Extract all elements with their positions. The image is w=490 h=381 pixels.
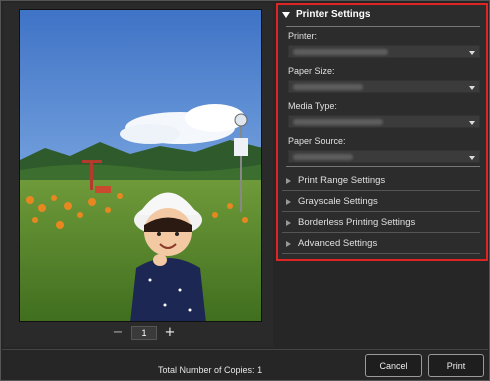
dropdown-arrow-icon: [469, 86, 475, 90]
expand-triangle-icon: [282, 11, 290, 18]
printer-settings-title: Printer Settings: [296, 9, 371, 20]
copies-input[interactable]: 1: [131, 326, 157, 340]
printer-select[interactable]: [288, 45, 480, 58]
collapsed-triangle-icon: [286, 219, 291, 226]
settings-panel: Printer Settings Printer: Paper Size: Me…: [276, 3, 488, 261]
photo-image: [20, 10, 261, 321]
cancel-button[interactable]: Cancel: [365, 354, 422, 377]
blurred-value: [293, 119, 383, 125]
grayscale-settings-section[interactable]: Grayscale Settings: [282, 192, 480, 212]
preview-pane: − 1 +: [3, 3, 273, 347]
advanced-settings-section[interactable]: Advanced Settings: [282, 234, 480, 254]
media-type-label: Media Type:: [288, 101, 337, 111]
decrease-copies-button[interactable]: −: [111, 326, 125, 340]
media-type-field: Media Type:: [288, 101, 480, 128]
print-button[interactable]: Print: [428, 354, 484, 377]
total-copies-label: Total Number of Copies:: [158, 365, 255, 375]
print-dialog-window: − 1 + Printer Settings Printer: Paper Si…: [0, 0, 490, 381]
section-label: Borderless Printing Settings: [298, 217, 416, 228]
blurred-value: [293, 154, 353, 160]
total-copies-text: Total Number of Copies: 1: [158, 365, 262, 375]
printer-field: Printer:: [288, 31, 480, 58]
paper-size-label: Paper Size:: [288, 66, 335, 76]
blurred-value: [293, 49, 388, 55]
footer-divider: [2, 349, 488, 350]
dropdown-arrow-icon: [469, 51, 475, 55]
printer-settings-header[interactable]: Printer Settings: [282, 9, 370, 20]
increase-copies-button[interactable]: +: [163, 326, 177, 340]
paper-size-field: Paper Size:: [288, 66, 480, 93]
print-range-settings-section[interactable]: Print Range Settings: [282, 171, 480, 191]
section-label: Print Range Settings: [298, 175, 386, 186]
section-label: Advanced Settings: [298, 238, 378, 249]
blurred-value: [293, 84, 363, 90]
dropdown-arrow-icon: [469, 121, 475, 125]
printer-label: Printer:: [288, 31, 318, 41]
divider: [286, 26, 480, 27]
collapsed-triangle-icon: [286, 177, 291, 184]
section-label: Grayscale Settings: [298, 196, 378, 207]
paper-size-select[interactable]: [288, 80, 480, 93]
collapsed-triangle-icon: [286, 198, 291, 205]
collapsed-triangle-icon: [286, 240, 291, 247]
paper-source-field: Paper Source:: [288, 136, 480, 163]
copies-stepper: − 1 +: [111, 325, 177, 341]
photo-preview: [19, 9, 262, 322]
paper-source-select[interactable]: [288, 150, 480, 163]
dropdown-arrow-icon: [469, 156, 475, 160]
media-type-select[interactable]: [288, 115, 480, 128]
divider: [286, 166, 480, 167]
paper-source-label: Paper Source:: [288, 136, 346, 146]
borderless-printing-settings-section[interactable]: Borderless Printing Settings: [282, 213, 480, 233]
total-copies-value: 1: [257, 365, 263, 375]
